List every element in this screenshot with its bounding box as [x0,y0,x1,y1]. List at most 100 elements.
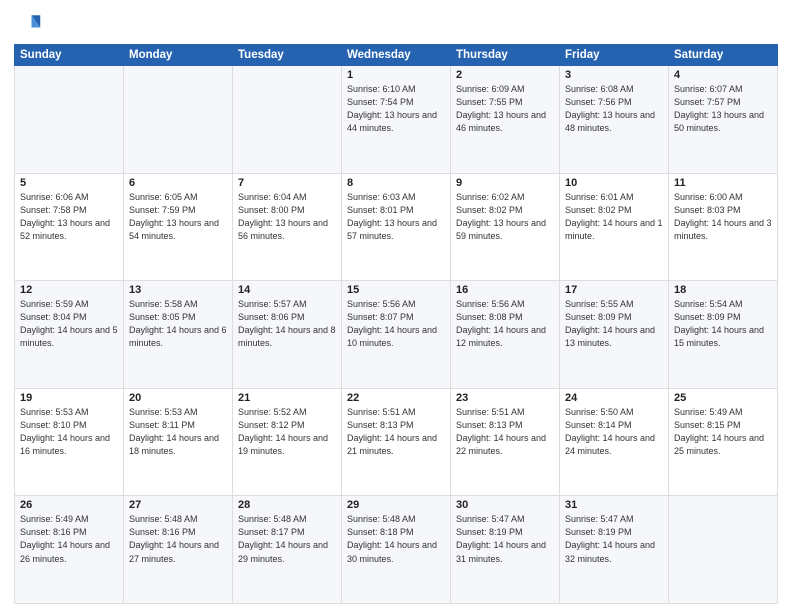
day-number: 9 [456,177,554,189]
cell-info: Sunrise: 5:47 AMSunset: 8:19 PMDaylight:… [565,513,663,565]
cell-info: Sunrise: 6:06 AMSunset: 7:58 PMDaylight:… [20,191,118,243]
calendar-cell: 10 Sunrise: 6:01 AMSunset: 8:02 PMDayligh… [560,173,669,281]
day-number: 10 [565,177,663,189]
calendar-cell: 12 Sunrise: 5:59 AMSunset: 8:04 PMDayligh… [15,281,124,389]
day-number: 16 [456,284,554,296]
calendar-cell [233,66,342,174]
weekday-header-monday: Monday [124,45,233,66]
calendar-cell: 8 Sunrise: 6:03 AMSunset: 8:01 PMDaylight… [342,173,451,281]
calendar-week-row: 1 Sunrise: 6:10 AMSunset: 7:54 PMDaylight… [15,66,778,174]
calendar-cell: 15Sunrise: 5:56 AMSunset: 8:07 PMDayligh… [342,281,451,389]
day-number: 26 [20,499,118,511]
cell-info: Sunrise: 5:47 AMSunset: 8:19 PMDaylight:… [456,513,554,565]
calendar-cell: 22 Sunrise: 5:51 AMSunset: 8:13 PMDayligh… [342,388,451,496]
calendar-cell: 24Sunrise: 5:50 AMSunset: 8:14 PMDayligh… [560,388,669,496]
day-number: 28 [238,499,336,511]
calendar-cell: 3 Sunrise: 6:08 AMSunset: 7:56 PMDaylight… [560,66,669,174]
cell-info: Sunrise: 6:10 AMSunset: 7:54 PMDaylight:… [347,83,445,135]
cell-info: Sunrise: 5:51 AMSunset: 8:13 PMDaylight:… [456,406,554,458]
cell-info: Sunrise: 5:48 AMSunset: 8:18 PMDaylight:… [347,513,445,565]
calendar-cell: 4 Sunrise: 6:07 AMSunset: 7:57 PMDaylight… [669,66,778,174]
day-number: 1 [347,69,445,81]
day-number: 18 [674,284,772,296]
calendar-week-row: 19 Sunrise: 5:53 AMSunset: 8:10 PMDayligh… [15,388,778,496]
cell-info: Sunrise: 5:49 AMSunset: 8:16 PMDaylight:… [20,513,118,565]
calendar-cell: 5 Sunrise: 6:06 AMSunset: 7:58 PMDaylight… [15,173,124,281]
logo-icon [14,10,42,38]
cell-info: Sunrise: 5:50 AMSunset: 8:14 PMDaylight:… [565,406,663,458]
day-number: 14 [238,284,336,296]
calendar-cell [669,496,778,604]
logo [14,10,44,38]
cell-info: Sunrise: 5:54 AMSunset: 8:09 PMDaylight:… [674,298,772,350]
day-number: 6 [129,177,227,189]
day-number: 15 [347,284,445,296]
day-number: 8 [347,177,445,189]
weekday-header-wednesday: Wednesday [342,45,451,66]
day-number: 5 [20,177,118,189]
calendar-cell: 9 Sunrise: 6:02 AMSunset: 8:02 PMDaylight… [451,173,560,281]
cell-info: Sunrise: 5:53 AMSunset: 8:11 PMDaylight:… [129,406,227,458]
weekday-header-tuesday: Tuesday [233,45,342,66]
calendar-week-row: 12 Sunrise: 5:59 AMSunset: 8:04 PMDayligh… [15,281,778,389]
day-number: 7 [238,177,336,189]
cell-info: Sunrise: 6:00 AMSunset: 8:03 PMDaylight:… [674,191,772,243]
calendar-cell: 23 Sunrise: 5:51 AMSunset: 8:13 PMDayligh… [451,388,560,496]
day-number: 21 [238,392,336,404]
cell-info: Sunrise: 5:55 AMSunset: 8:09 PMDaylight:… [565,298,663,350]
calendar-week-row: 26 Sunrise: 5:49 AMSunset: 8:16 PMDayligh… [15,496,778,604]
calendar-cell: 21 Sunrise: 5:52 AMSunset: 8:12 PMDayligh… [233,388,342,496]
cell-info: Sunrise: 5:51 AMSunset: 8:13 PMDaylight:… [347,406,445,458]
calendar-cell: 27 Sunrise: 5:48 AMSunset: 8:16 PMDayligh… [124,496,233,604]
page: SundayMondayTuesdayWednesdayThursdayFrid… [0,0,792,612]
calendar-cell: 16 Sunrise: 5:56 AMSunset: 8:08 PMDayligh… [451,281,560,389]
cell-info: Sunrise: 5:58 AMSunset: 8:05 PMDaylight:… [129,298,227,350]
cell-info: Sunrise: 5:59 AMSunset: 8:04 PMDaylight:… [20,298,118,350]
cell-info: Sunrise: 5:48 AMSunset: 8:17 PMDaylight:… [238,513,336,565]
weekday-header-saturday: Saturday [669,45,778,66]
calendar-cell: 14Sunrise: 5:57 AMSunset: 8:06 PMDayligh… [233,281,342,389]
cell-info: Sunrise: 6:04 AMSunset: 8:00 PMDaylight:… [238,191,336,243]
day-number: 27 [129,499,227,511]
weekday-header-friday: Friday [560,45,669,66]
day-number: 13 [129,284,227,296]
day-number: 12 [20,284,118,296]
cell-info: Sunrise: 5:53 AMSunset: 8:10 PMDaylight:… [20,406,118,458]
cell-info: Sunrise: 6:03 AMSunset: 8:01 PMDaylight:… [347,191,445,243]
day-number: 23 [456,392,554,404]
day-number: 3 [565,69,663,81]
weekday-header-row: SundayMondayTuesdayWednesdayThursdayFrid… [15,45,778,66]
day-number: 4 [674,69,772,81]
day-number: 29 [347,499,445,511]
cell-info: Sunrise: 6:01 AMSunset: 8:02 PMDaylight:… [565,191,663,243]
calendar-cell: 25Sunrise: 5:49 AMSunset: 8:15 PMDayligh… [669,388,778,496]
calendar-cell: 28 Sunrise: 5:48 AMSunset: 8:17 PMDayligh… [233,496,342,604]
calendar-cell: 30 Sunrise: 5:47 AMSunset: 8:19 PMDayligh… [451,496,560,604]
cell-info: Sunrise: 5:52 AMSunset: 8:12 PMDaylight:… [238,406,336,458]
calendar-table: SundayMondayTuesdayWednesdayThursdayFrid… [14,44,778,604]
cell-info: Sunrise: 5:49 AMSunset: 8:15 PMDaylight:… [674,406,772,458]
calendar-cell: 2Sunrise: 6:09 AMSunset: 7:55 PMDaylight… [451,66,560,174]
cell-info: Sunrise: 6:02 AMSunset: 8:02 PMDaylight:… [456,191,554,243]
day-number: 30 [456,499,554,511]
calendar-cell: 26 Sunrise: 5:49 AMSunset: 8:16 PMDayligh… [15,496,124,604]
cell-info: Sunrise: 5:56 AMSunset: 8:08 PMDaylight:… [456,298,554,350]
calendar-cell: 20 Sunrise: 5:53 AMSunset: 8:11 PMDayligh… [124,388,233,496]
cell-info: Sunrise: 6:08 AMSunset: 7:56 PMDaylight:… [565,83,663,135]
cell-info: Sunrise: 6:05 AMSunset: 7:59 PMDaylight:… [129,191,227,243]
day-number: 19 [20,392,118,404]
cell-info: Sunrise: 6:09 AMSunset: 7:55 PMDaylight:… [456,83,554,135]
calendar-cell: 29 Sunrise: 5:48 AMSunset: 8:18 PMDayligh… [342,496,451,604]
weekday-header-thursday: Thursday [451,45,560,66]
calendar-cell: 13 Sunrise: 5:58 AMSunset: 8:05 PMDayligh… [124,281,233,389]
calendar-cell: 1 Sunrise: 6:10 AMSunset: 7:54 PMDaylight… [342,66,451,174]
calendar-cell: 6 Sunrise: 6:05 AMSunset: 7:59 PMDaylight… [124,173,233,281]
day-number: 20 [129,392,227,404]
day-number: 22 [347,392,445,404]
cell-info: Sunrise: 6:07 AMSunset: 7:57 PMDaylight:… [674,83,772,135]
cell-info: Sunrise: 5:48 AMSunset: 8:16 PMDaylight:… [129,513,227,565]
calendar-cell: 18 Sunrise: 5:54 AMSunset: 8:09 PMDayligh… [669,281,778,389]
calendar-cell [124,66,233,174]
day-number: 31 [565,499,663,511]
calendar-week-row: 5 Sunrise: 6:06 AMSunset: 7:58 PMDaylight… [15,173,778,281]
